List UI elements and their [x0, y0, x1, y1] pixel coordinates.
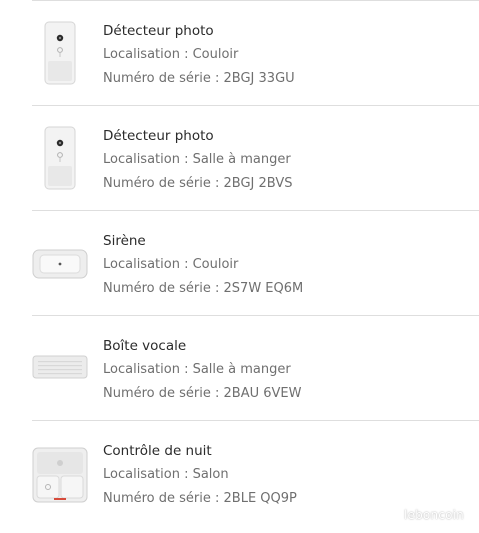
- device-item-voice-box[interactable]: Boîte vocale Localisation : Salle à mang…: [0, 316, 479, 420]
- voice-box-icon: [32, 354, 88, 384]
- device-serial: Numéro de série : 2BGJ 2BVS: [103, 176, 293, 191]
- device-name: Contrôle de nuit: [103, 443, 212, 459]
- device-serial: Numéro de série : 2BAU 6VEW: [103, 386, 302, 401]
- device-name: Détecteur photo: [103, 128, 214, 144]
- leboncoin-watermark: leboncoin: [404, 508, 464, 522]
- photo-detector-icon: [32, 19, 88, 93]
- night-control-icon: [32, 446, 88, 508]
- device-item-photo-detector-corridor[interactable]: Détecteur photo Localisation : Couloir N…: [0, 1, 479, 105]
- device-name: Sirène: [103, 233, 146, 249]
- photo-detector-icon: [32, 124, 88, 198]
- device-location: Localisation : Salon: [103, 467, 229, 482]
- device-info: Détecteur photo Localisation : Salle à m…: [103, 124, 292, 196]
- device-info: Boîte vocale Localisation : Salle à mang…: [103, 334, 302, 406]
- device-location: Localisation : Salle à manger: [103, 152, 291, 167]
- device-name: Détecteur photo: [103, 23, 214, 39]
- device-info: Détecteur photo Localisation : Couloir N…: [103, 19, 295, 91]
- device-item-photo-detector-dining[interactable]: Détecteur photo Localisation : Salle à m…: [0, 106, 479, 210]
- siren-icon: [32, 247, 88, 285]
- device-location: Localisation : Couloir: [103, 257, 239, 272]
- device-item-siren[interactable]: Sirène Localisation : Couloir Numéro de …: [0, 211, 479, 315]
- device-serial: Numéro de série : 2BGJ 33GU: [103, 71, 295, 86]
- device-serial: Numéro de série : 2S7W EQ6M: [103, 281, 304, 296]
- device-location: Localisation : Salle à manger: [103, 362, 291, 377]
- device-name: Boîte vocale: [103, 338, 187, 354]
- device-info: Contrôle de nuit Localisation : Salon Nu…: [103, 439, 297, 511]
- device-serial: Numéro de série : 2BLE QQ9P: [103, 491, 297, 506]
- device-info: Sirène Localisation : Couloir Numéro de …: [103, 229, 303, 301]
- device-location: Localisation : Couloir: [103, 47, 239, 62]
